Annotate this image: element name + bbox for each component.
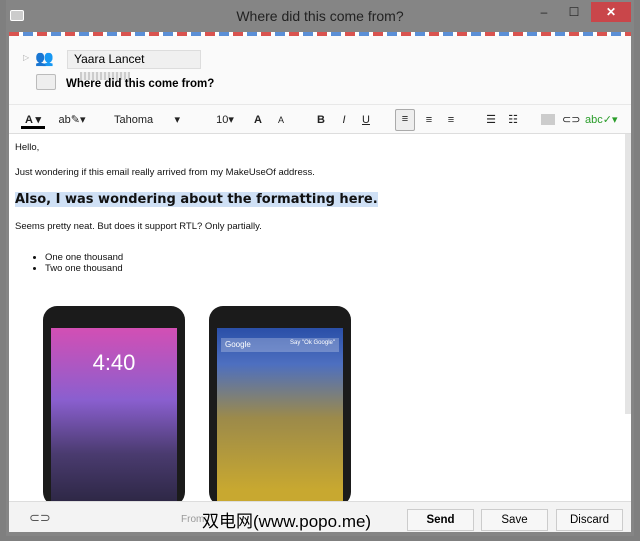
size-select[interactable]: 10▾ xyxy=(213,111,237,129)
window-title: Where did this come from? xyxy=(236,8,404,24)
insert-link-icon[interactable]: ⊂⊃ xyxy=(562,111,580,129)
formatting-toolbar: A ▾ ab✎▾ Tahoma ▾ 10▾ A A B I U ≡ ≡ ≡ ☰ … xyxy=(9,104,631,134)
contacts-icon[interactable]: 👥 xyxy=(35,49,54,67)
font-value: Tahoma xyxy=(114,114,154,126)
body-greeting: Hello, xyxy=(15,142,40,153)
spellcheck-button[interactable]: abc✓▾ xyxy=(585,111,617,129)
discard-button[interactable]: Discard xyxy=(556,509,623,531)
list-item: One one thousand xyxy=(45,252,625,263)
message-body[interactable]: Hello, Just wondering if this email real… xyxy=(9,134,631,501)
shrink-font-button[interactable]: A xyxy=(274,111,288,129)
scrollbar[interactable] xyxy=(625,134,631,414)
expand-triangle-icon[interactable]: ▷ xyxy=(23,53,29,62)
title-bar: Where did this come from? – ☐ ✕ xyxy=(6,0,634,30)
mail-icon xyxy=(10,10,24,21)
align-left-button[interactable]: ≡ xyxy=(395,109,415,131)
compose-header: ▷ 👥 Yaara Lancet Where did this come fro… xyxy=(9,36,631,104)
bullet-list-button[interactable]: ☰ xyxy=(483,111,499,129)
subject-envelope-icon xyxy=(36,74,56,90)
phone-image-2: Google Say "Ok Google" xyxy=(209,306,351,501)
send-button[interactable]: Send xyxy=(407,509,474,531)
bold-button[interactable]: B xyxy=(314,111,328,129)
size-value: 10 xyxy=(216,114,229,126)
minimize-button[interactable]: – xyxy=(532,2,556,22)
align-center-button[interactable]: ≡ xyxy=(421,111,437,129)
watermark: 双电网(www.popo.me) xyxy=(202,512,372,531)
numbered-list-button[interactable]: ☷ xyxy=(505,111,521,129)
body-line: Just wondering if this email really arri… xyxy=(15,167,315,178)
close-button[interactable]: ✕ xyxy=(591,2,631,22)
lockscreen-clock: 4:40 xyxy=(92,350,136,375)
search-hint: Say "Ok Google" xyxy=(290,340,335,346)
font-select[interactable]: Tahoma ▾ xyxy=(114,111,184,129)
attach-icon[interactable]: ⊂⊃ xyxy=(29,510,51,526)
recipient-name: Yaara Lancet xyxy=(74,52,145,66)
phone-image-1: 4:40 xyxy=(43,306,185,501)
body-line: Seems pretty neat. But does it support R… xyxy=(15,221,262,232)
bullet-list: One one thousand Two one thousand xyxy=(45,252,625,274)
subject-text[interactable]: Where did this come from? xyxy=(66,78,214,90)
google-search-bar: Google xyxy=(225,340,251,349)
insert-image-icon[interactable] xyxy=(541,114,555,125)
compose-window: Where did this come from? – ☐ ✕ ▷ 👥 Yaar… xyxy=(6,0,634,536)
save-button[interactable]: Save xyxy=(481,509,548,531)
maximize-button[interactable]: ☐ xyxy=(562,2,586,22)
text-color-button[interactable]: A ▾ xyxy=(21,111,45,129)
align-right-button[interactable]: ≡ xyxy=(443,111,459,129)
underline-button[interactable]: U xyxy=(359,111,373,129)
italic-button[interactable]: I xyxy=(337,111,351,129)
list-item: Two one thousand xyxy=(45,263,625,274)
compose-footer: ⊂⊃ From: 双电网(www.popo.me) Send Save Disc… xyxy=(9,501,631,532)
recipient-chip[interactable]: Yaara Lancet xyxy=(67,50,201,80)
highlight-button[interactable]: ab✎▾ xyxy=(57,111,87,129)
highlighted-text: Also, I was wondering about the formatti… xyxy=(15,192,378,207)
grow-font-button[interactable]: A xyxy=(251,111,265,129)
